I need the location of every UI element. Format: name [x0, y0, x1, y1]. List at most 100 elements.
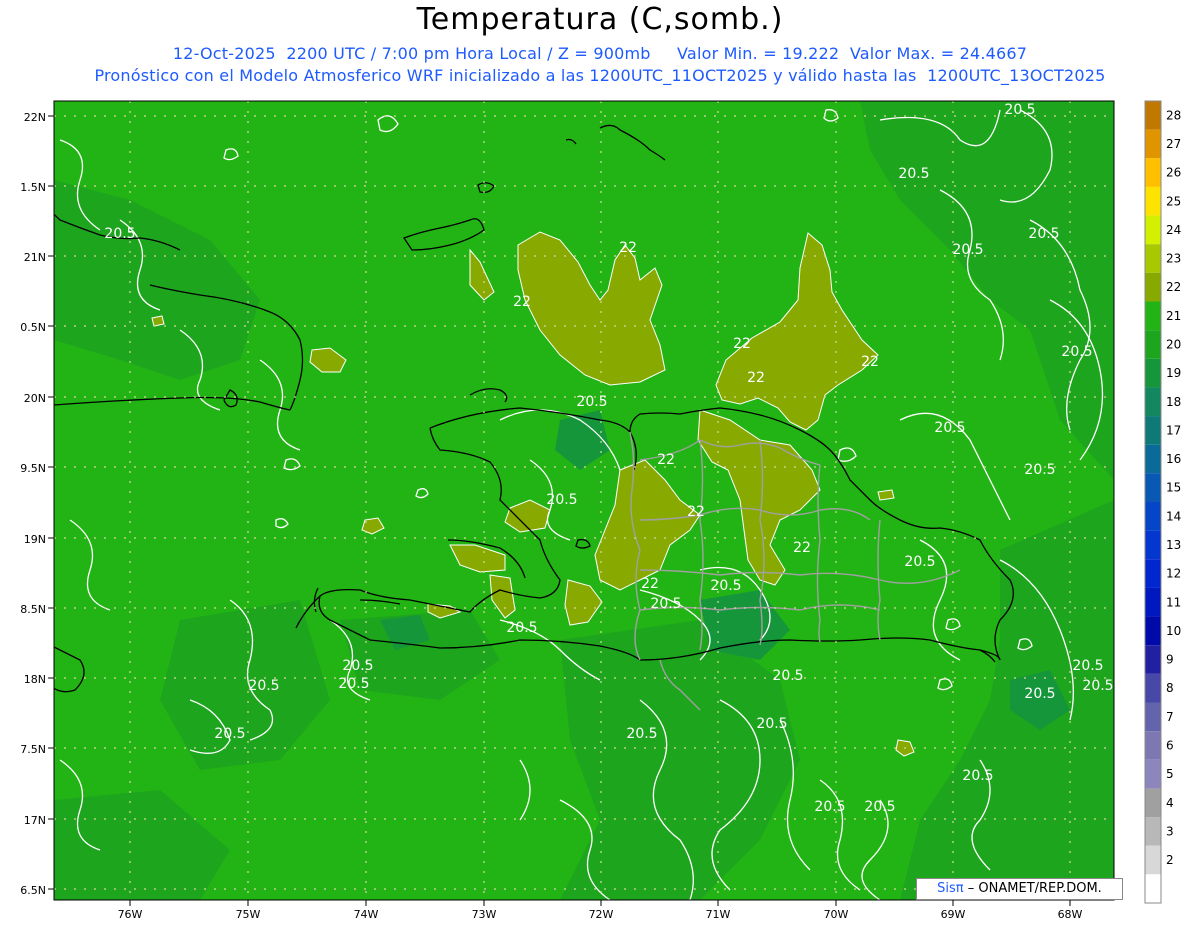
colorbar-segment: [1145, 301, 1161, 331]
lat-label: 8.5N: [20, 603, 46, 616]
colorbar-segment: [1145, 444, 1161, 474]
contour-label: 20.5: [248, 678, 279, 694]
colorbar-label: 17: [1166, 423, 1181, 437]
contour-label: 20.5: [576, 394, 607, 410]
contour-label: 20.5: [772, 668, 803, 684]
chart-title: Temperatura (C,somb.): [416, 2, 784, 37]
lat-label: 9.5N: [20, 462, 46, 475]
lat-label: 6.5N: [20, 884, 46, 897]
colorbar-label: 11: [1166, 595, 1181, 609]
colorbar-label: 18: [1166, 395, 1181, 409]
colorbar-segment: [1145, 358, 1161, 388]
lon-label: 75W: [236, 908, 261, 921]
contour-label: 20.5: [214, 726, 245, 742]
colorbar-segment: [1145, 101, 1161, 130]
colorbar-label: 27: [1166, 137, 1181, 151]
colorbar-segment: [1145, 473, 1161, 502]
contour-label: 20.5: [898, 166, 929, 182]
longitude-axis: 76W 75W 74W 73W 72W 71W 70W 69W 68W: [118, 900, 1083, 921]
contour-label: 20.5: [952, 242, 983, 258]
contour-label: 20.5: [506, 620, 537, 636]
colorbar-segment: [1145, 817, 1161, 846]
colorbar-label: 13: [1166, 538, 1181, 552]
colorbar-segment: [1145, 673, 1161, 703]
colorbar-label: 16: [1166, 452, 1181, 466]
colorbar-segment: [1145, 845, 1161, 875]
lat-label: 7.5N: [20, 743, 46, 756]
colorbar-segment: [1145, 244, 1161, 273]
colorbar-segment: [1145, 416, 1161, 445]
colorbar-label: 5: [1166, 767, 1174, 781]
contour-label: 20.5: [338, 676, 369, 692]
contour-label: 20.5: [1004, 102, 1035, 118]
contour-label: 20.5: [1082, 678, 1113, 694]
colorbar-label: 10: [1166, 624, 1181, 638]
colorbar-segment: [1145, 186, 1161, 216]
colorbar-label: 25: [1166, 194, 1181, 208]
lon-label: 70W: [824, 908, 849, 921]
colorbar-label: 9: [1166, 653, 1174, 667]
colorbar-segment: [1145, 788, 1161, 818]
colorbar-segment: [1145, 702, 1161, 732]
lat-label: 1.5N: [20, 181, 46, 194]
contour-label: 20.5: [934, 420, 965, 436]
lat-label: 0.5N: [20, 321, 46, 334]
lat-label: 22N: [24, 111, 46, 124]
colorbar: 2827262524232221201918171615141312111098…: [1144, 100, 1181, 904]
contour-label: 20.5: [626, 726, 657, 742]
colorbar-label: 21: [1166, 309, 1181, 323]
lon-label: 69W: [941, 908, 966, 921]
colorbar-segment: [1145, 874, 1161, 903]
colorbar-segment: [1145, 645, 1161, 674]
contour-label: 20.5: [1024, 462, 1055, 478]
contour-label: 20.5: [904, 554, 935, 570]
colorbar-label: 8: [1166, 681, 1174, 695]
colorbar-segment: [1145, 158, 1161, 187]
credit-box: Sisπ – ONAMET/REP.DOM.: [916, 878, 1123, 900]
colorbar-segment: [1145, 502, 1161, 531]
colorbar-label: 24: [1166, 223, 1181, 237]
contour-label: 22: [747, 370, 765, 386]
colorbar-label: 4: [1166, 796, 1174, 810]
contour-label: 22: [513, 294, 531, 310]
colorbar-label: 26: [1166, 166, 1181, 180]
lat-label: 19N: [24, 533, 46, 546]
colorbar-segment: [1145, 731, 1161, 760]
colorbar-label: 7: [1166, 710, 1174, 724]
contour-label: 22: [657, 452, 675, 468]
sispi-logo: Sisπ: [937, 881, 964, 896]
colorbar-segment: [1145, 587, 1161, 617]
lat-label: 18N: [24, 673, 46, 686]
contour-label: 20.5: [1028, 226, 1059, 242]
colorbar-label: 2: [1166, 853, 1174, 867]
colorbar-label: 14: [1166, 509, 1181, 523]
model-info-line: Pronóstico con el Modelo Atmosferico WRF…: [94, 66, 1106, 85]
colorbar-segment: [1145, 616, 1161, 646]
contour-label: 20.5: [814, 799, 845, 815]
lat-label: 21N: [24, 251, 46, 264]
colorbar-label: 22: [1166, 280, 1181, 294]
colorbar-segment: [1145, 330, 1161, 359]
lat-label: 17N: [24, 814, 46, 827]
contour-label: 20.5: [710, 578, 741, 594]
contour-label: 20.5: [1061, 344, 1092, 360]
colorbar-segment: [1145, 387, 1161, 417]
contour-label: 22: [619, 240, 637, 256]
lat-label: 20N: [24, 392, 46, 405]
credit-text: – ONAMET/REP.DOM.: [967, 881, 1102, 896]
contour-label: 20.5: [1024, 686, 1055, 702]
colorbar-label: 20: [1166, 337, 1181, 351]
contour-label: 20.5: [546, 492, 577, 508]
lon-label: 73W: [472, 908, 497, 921]
colorbar-label: 19: [1166, 366, 1181, 380]
contour-label: 22: [861, 354, 879, 370]
colorbar-label: 12: [1166, 567, 1181, 581]
colorbar-label: 15: [1166, 481, 1181, 495]
contour-label: 22: [641, 576, 659, 592]
lon-label: 76W: [118, 908, 143, 921]
contour-label: 22: [733, 336, 751, 352]
lon-label: 72W: [589, 908, 614, 921]
colorbar-segment: [1145, 129, 1161, 159]
latitude-axis: 22N 1.5N 21N 0.5N 20N 9.5N 19N 8.5N 18N 7.5N 17N 6.…: [20, 111, 54, 897]
contour-label: 22: [687, 504, 705, 520]
